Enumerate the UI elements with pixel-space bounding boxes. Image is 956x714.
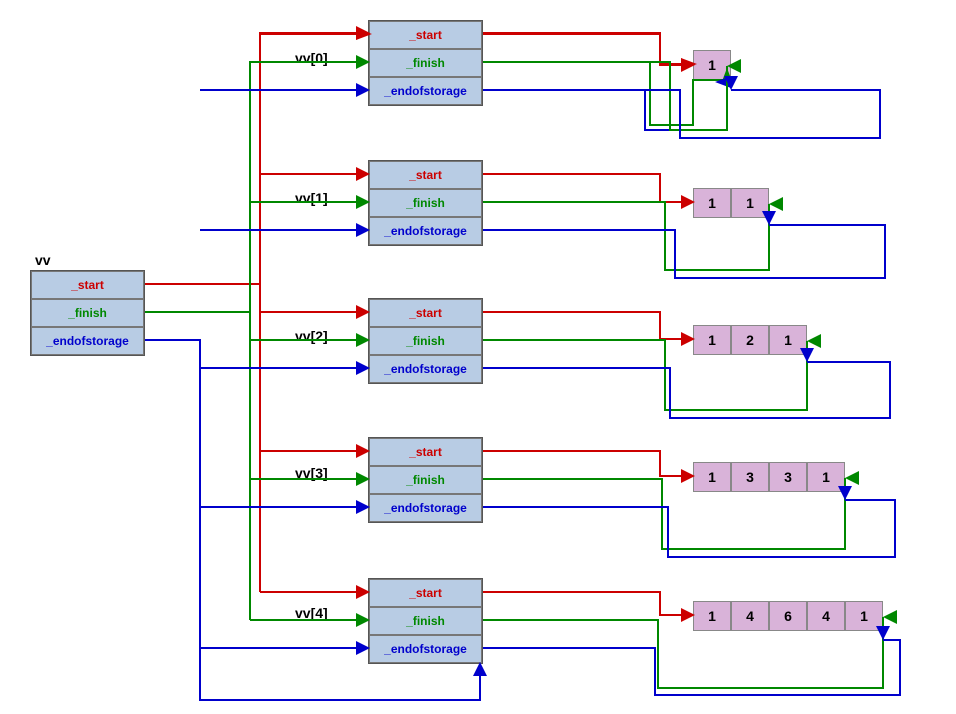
vv2-data-1: 2 — [731, 325, 769, 355]
vv4-start: _start — [369, 579, 482, 607]
vv1-label: vv[1] — [295, 190, 328, 206]
vv0-label: vv[0] — [295, 50, 328, 66]
vv2-label: vv[2] — [295, 328, 328, 344]
vv4-end: _endofstorage — [369, 635, 482, 663]
vv1-start: _start — [369, 161, 482, 189]
vv4-label: vv[4] — [295, 605, 328, 621]
main-finish-cell: _finish — [31, 299, 144, 327]
vv3-data-0: 1 — [693, 462, 731, 492]
vv4-finish: _finish — [369, 607, 482, 635]
vv3-label: vv[3] — [295, 465, 328, 481]
vv4-data-3: 4 — [807, 601, 845, 631]
vv2-start: _start — [369, 299, 482, 327]
vv3-data-3: 1 — [807, 462, 845, 492]
vv0-box: _start _finish _endofstorage — [368, 20, 483, 106]
vv4-data-0: 1 — [693, 601, 731, 631]
vv3-end: _endofstorage — [369, 494, 482, 522]
vv4-data-4: 1 — [845, 601, 883, 631]
vv0-finish: _finish — [369, 49, 482, 77]
vv4-box: _start _finish _endofstorage — [368, 578, 483, 664]
vv1-box: _start _finish _endofstorage — [368, 160, 483, 246]
vv3-data-2: 3 — [769, 462, 807, 492]
vv1-data-1: 1 — [731, 188, 769, 218]
diagram-container: vv _start _finish _endofstorage vv[0] _s… — [0, 0, 956, 714]
vv3-finish: _finish — [369, 466, 482, 494]
vv1-end: _endofstorage — [369, 217, 482, 245]
vv2-data-0: 1 — [693, 325, 731, 355]
vv4-data-1: 4 — [731, 601, 769, 631]
main-end-cell: _endofstorage — [31, 327, 144, 355]
vv2-end: _endofstorage — [369, 355, 482, 383]
vv2-finish: _finish — [369, 327, 482, 355]
vv4-data-2: 6 — [769, 601, 807, 631]
main-start-cell: _start — [31, 271, 144, 299]
vv3-data-1: 3 — [731, 462, 769, 492]
vv2-box: _start _finish _endofstorage — [368, 298, 483, 384]
vv2-data-2: 1 — [769, 325, 807, 355]
main-struct-label: vv — [35, 252, 51, 268]
vv3-box: _start _finish _endofstorage — [368, 437, 483, 523]
vv0-start: _start — [369, 21, 482, 49]
vv3-start: _start — [369, 438, 482, 466]
main-struct-box: _start _finish _endofstorage — [30, 270, 145, 356]
vv1-data-0: 1 — [693, 188, 731, 218]
vv0-end: _endofstorage — [369, 77, 482, 105]
vv1-finish: _finish — [369, 189, 482, 217]
vv0-data-0: 1 — [693, 50, 731, 80]
